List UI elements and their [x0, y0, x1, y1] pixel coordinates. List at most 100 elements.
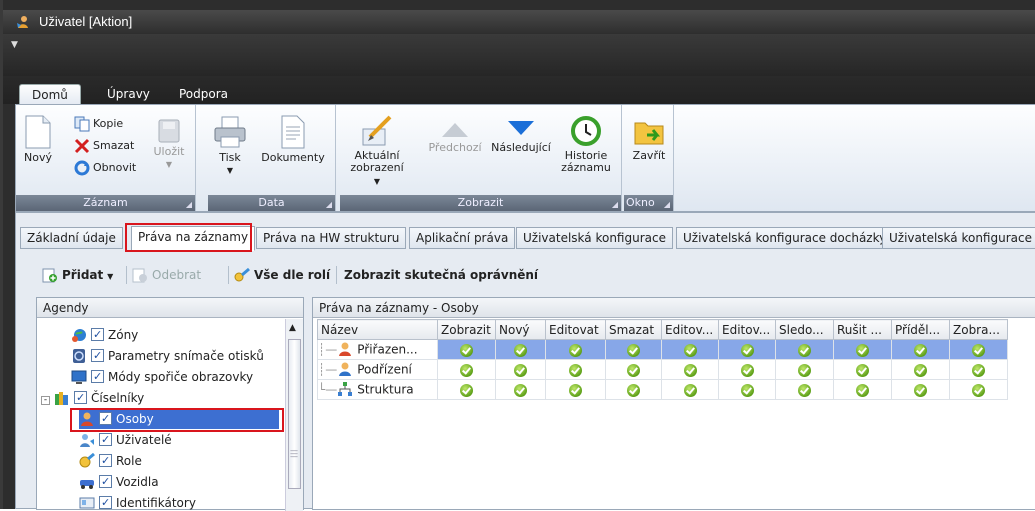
cell-check[interactable]: [775, 379, 834, 400]
cell-check[interactable]: [661, 339, 719, 360]
tree-item-ciselniky[interactable]: - Číselníky: [41, 388, 144, 408]
cell-check[interactable]: [605, 339, 662, 360]
checkbox-vozidla[interactable]: [99, 472, 112, 492]
tab-uzivatelska-konfigurace-dochazky[interactable]: Uživatelská konfigurace docházky: [676, 227, 894, 249]
tree-item-role[interactable]: Role: [79, 451, 142, 471]
dialog-launcher-icon[interactable]: ◢: [186, 197, 192, 213]
tab-uzivatelska-konfigurace[interactable]: Uživatelská konfigurace: [516, 227, 673, 249]
cell-check[interactable]: [833, 359, 892, 380]
tab-upravy[interactable]: Úpravy: [95, 84, 162, 104]
tisk-button[interactable]: Tisk ▼: [212, 115, 248, 177]
tree-item-zony[interactable]: Zóny: [71, 325, 138, 345]
col-novy[interactable]: Nový: [495, 319, 546, 340]
checkbox-ciselniky[interactable]: [74, 388, 87, 408]
predchozi-button[interactable]: Předchozí: [424, 119, 486, 154]
cell-check[interactable]: [605, 379, 662, 400]
prava-panel: Práva na záznamy - Osoby Název Zobrazit …: [312, 297, 1035, 510]
checkbox-parametry[interactable]: [91, 346, 104, 366]
col-nazev[interactable]: Název: [317, 319, 438, 340]
tab-zakladni-udaje[interactable]: Základní údaje: [20, 227, 123, 249]
tab-aplikacni-prava[interactable]: Aplikační práva: [409, 227, 516, 249]
toolbar-separator: [126, 266, 127, 284]
checkbox-mody[interactable]: [91, 367, 104, 387]
col-zobrazit[interactable]: Zobrazit: [437, 319, 496, 340]
tab-uzivatelska-konfigurace-2[interactable]: Uživatelská konfigurace: [882, 227, 1035, 249]
dokumenty-button[interactable]: Dokumenty: [258, 115, 328, 164]
checkbox-identifikatory[interactable]: [99, 493, 112, 511]
cell-check[interactable]: [605, 359, 662, 380]
cell-check[interactable]: [833, 379, 892, 400]
col-rusit[interactable]: Rušit ...: [833, 319, 892, 340]
pridat-dropdown-icon[interactable]: ▼: [107, 272, 113, 281]
col-smazat[interactable]: Smazat: [605, 319, 662, 340]
odebrat-button[interactable]: Odebrat: [132, 266, 201, 284]
grid-row-struktura[interactable]: └— Struktura: [317, 379, 1008, 400]
tree-item-vozidla[interactable]: Vozidla: [79, 472, 159, 492]
scroll-thumb[interactable]: [288, 339, 301, 489]
cell-check[interactable]: [718, 359, 776, 380]
collapse-icon[interactable]: -: [41, 396, 50, 405]
col-zobra[interactable]: Zobra...: [949, 319, 1008, 340]
tree-item-identifikatory[interactable]: Identifikátory: [79, 493, 196, 511]
cell-check[interactable]: [545, 359, 606, 380]
obnovit-button[interactable]: Obnovit: [74, 159, 136, 177]
dialog-launcher-icon[interactable]: ◢: [326, 197, 332, 213]
grid-row-prirazeni[interactable]: ┊— Přiřazen...: [317, 339, 1008, 360]
checkbox-zony[interactable]: [91, 325, 104, 345]
tab-podpora[interactable]: Podpora: [167, 84, 240, 104]
nasledujici-button[interactable]: Následující: [488, 119, 554, 154]
scroll-up-icon[interactable]: ▲: [289, 323, 296, 333]
dialog-launcher-icon[interactable]: ◢: [612, 197, 618, 213]
tree-item-mody-sporice[interactable]: Módy spořiče obrazovky: [71, 367, 253, 387]
historie-zaznamu-button[interactable]: Historie záznamu: [558, 115, 614, 174]
novy-button[interactable]: Nový: [22, 115, 54, 164]
tree-label-vozidla: Vozidla: [116, 475, 159, 489]
cell-check[interactable]: [775, 339, 834, 360]
cell-check[interactable]: [495, 359, 546, 380]
col-pridel[interactable]: Příděl...: [891, 319, 950, 340]
cell-check[interactable]: [775, 359, 834, 380]
cell-check[interactable]: [437, 339, 496, 360]
check-icon: [972, 363, 985, 377]
cell-check[interactable]: [545, 379, 606, 400]
tree-item-parametry-snimace-otisku[interactable]: Parametry snímače otisků: [71, 346, 264, 366]
checkbox-role[interactable]: [99, 451, 112, 471]
zavrit-button[interactable]: Zavřít: [630, 115, 668, 162]
cell-check[interactable]: [495, 339, 546, 360]
col-editov-2[interactable]: Editov...: [718, 319, 776, 340]
dialog-launcher-icon[interactable]: ◢: [664, 197, 670, 213]
col-editovat[interactable]: Editovat: [545, 319, 606, 340]
cell-check[interactable]: [437, 359, 496, 380]
cell-check[interactable]: [495, 379, 546, 400]
tab-prava-na-hw-strukturu[interactable]: Práva na HW strukturu: [256, 227, 407, 249]
tree-item-uzivatele[interactable]: Uživatelé: [79, 430, 172, 450]
cell-check[interactable]: [661, 359, 719, 380]
cell-check[interactable]: [949, 359, 1008, 380]
smazat-button[interactable]: Smazat: [74, 137, 134, 155]
tree-scrollbar[interactable]: ▲ — — —: [285, 319, 303, 511]
grid-row-podrizeni[interactable]: ┊— Podřízení: [317, 359, 1008, 380]
cell-check[interactable]: [545, 339, 606, 360]
cell-check[interactable]: [661, 379, 719, 400]
kopie-button[interactable]: Kopie: [74, 115, 123, 133]
ulozit-button[interactable]: Uložit ▼: [152, 119, 186, 171]
cell-check[interactable]: [437, 379, 496, 400]
cell-check[interactable]: [949, 339, 1008, 360]
cell-check[interactable]: [891, 359, 950, 380]
cell-check[interactable]: [891, 339, 950, 360]
col-editov-1[interactable]: Editov...: [661, 319, 719, 340]
zobrazit-opravneni-button[interactable]: Zobrazit skutečná oprávnění: [344, 266, 538, 284]
monitor-icon: [71, 370, 87, 384]
aktualni-zobrazeni-button[interactable]: Aktuální zobrazení ▼: [346, 115, 408, 188]
cell-check[interactable]: [718, 379, 776, 400]
quick-access-dropdown-icon[interactable]: ▼: [11, 40, 18, 50]
pridat-button[interactable]: Přidat ▼: [42, 266, 113, 284]
tab-domu[interactable]: Domů: [19, 84, 81, 104]
cell-check[interactable]: [949, 379, 1008, 400]
cell-check[interactable]: [891, 379, 950, 400]
checkbox-uzivatele[interactable]: [99, 430, 112, 450]
vse-dle-roli-button[interactable]: Vše dle rolí: [234, 266, 330, 284]
cell-check[interactable]: [718, 339, 776, 360]
cell-check[interactable]: [833, 339, 892, 360]
col-sledo[interactable]: Sledo...: [775, 319, 834, 340]
